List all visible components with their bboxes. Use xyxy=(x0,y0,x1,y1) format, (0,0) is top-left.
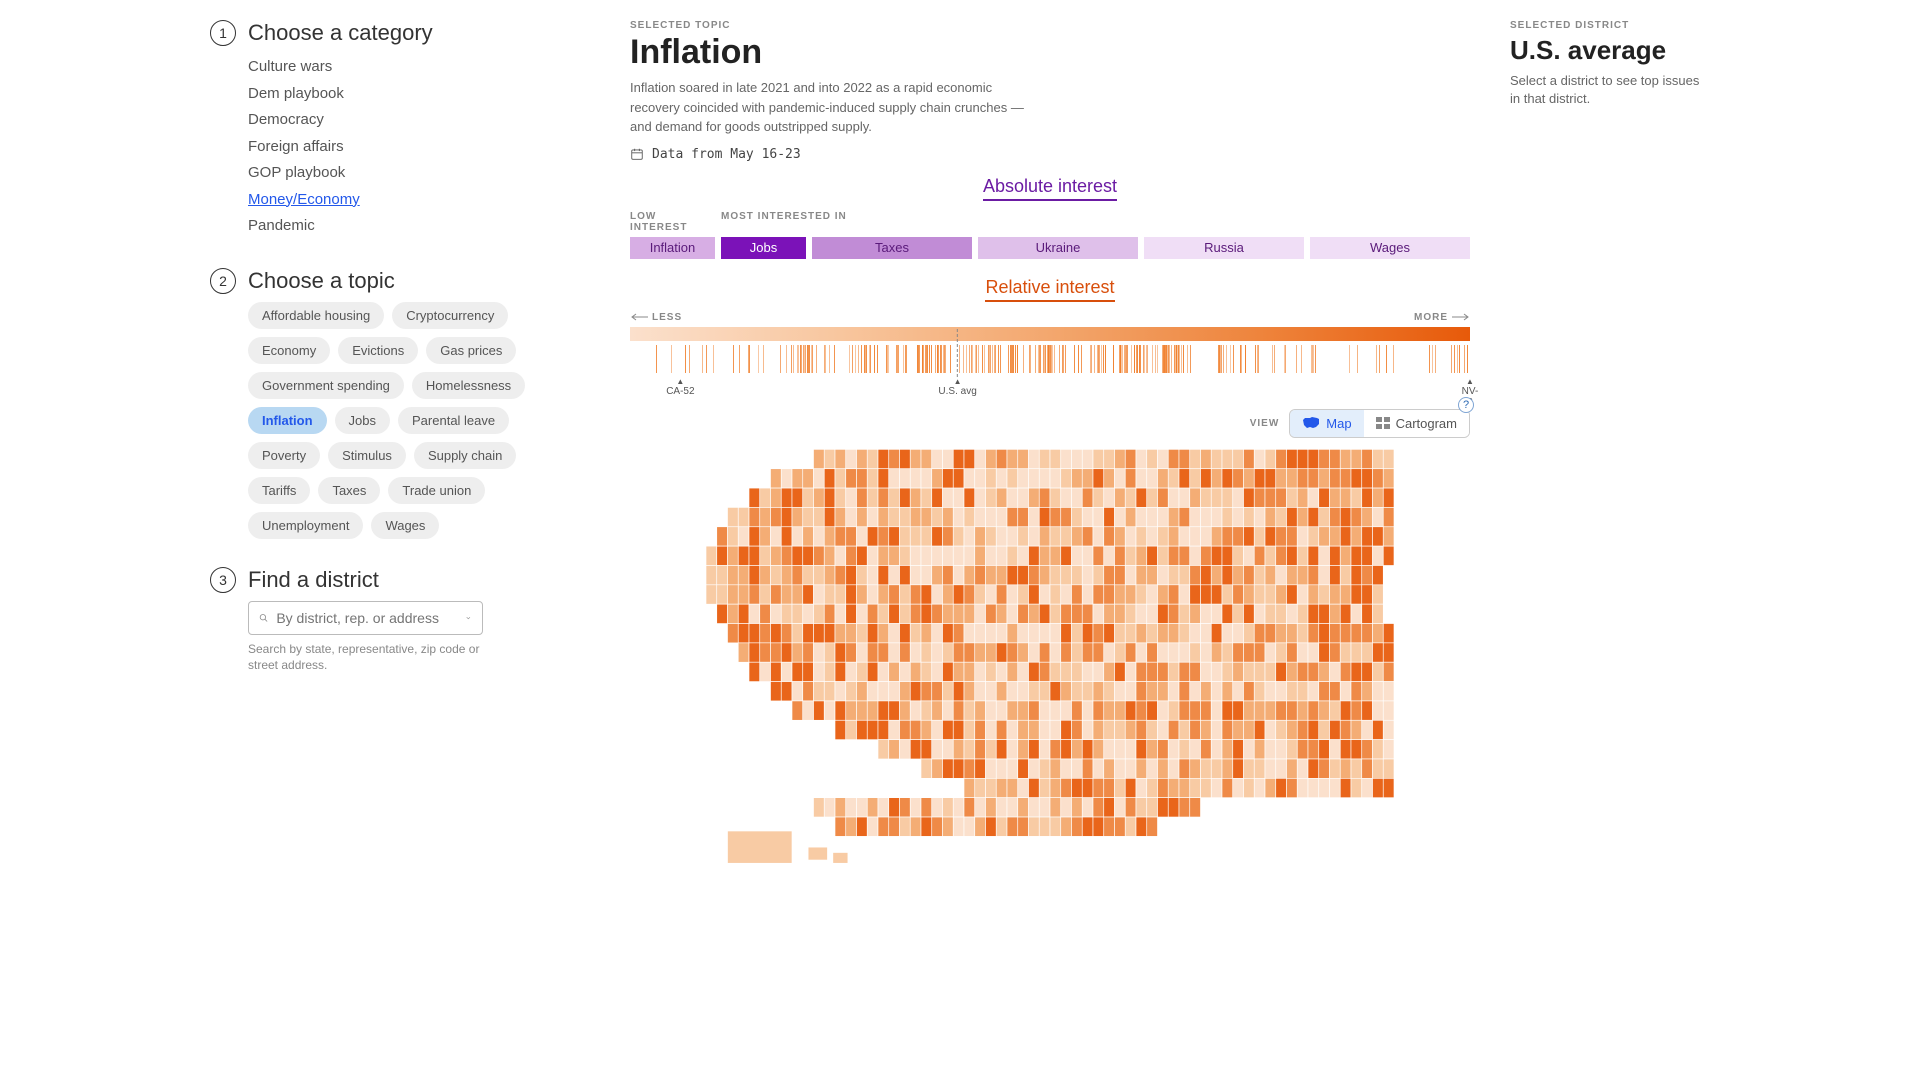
topic-pill[interactable]: Stimulus xyxy=(328,442,406,469)
category-item[interactable]: Money/Economy xyxy=(248,187,540,214)
topic-pill[interactable]: Economy xyxy=(248,337,330,364)
category-item[interactable]: Pandemic xyxy=(248,213,540,240)
absolute-interest-heading: Absolute interest xyxy=(983,176,1117,201)
topic-pill[interactable]: Evictions xyxy=(338,337,418,364)
topic-pill[interactable]: Trade union xyxy=(388,477,485,504)
category-item[interactable]: Democracy xyxy=(248,107,540,134)
topic-pill[interactable]: Inflation xyxy=(248,407,327,434)
arrow-right-icon xyxy=(1452,313,1470,321)
absolute-interest-bar: Ukraine xyxy=(978,237,1138,259)
absolute-interest-bars: Inflation Jobs Taxes Ukraine Russia Wages xyxy=(630,237,1470,259)
relative-interest-heading: Relative interest xyxy=(985,277,1114,302)
choropleth-map[interactable] xyxy=(630,444,1470,874)
category-item[interactable]: Dem playbook xyxy=(248,81,540,108)
district-search[interactable] xyxy=(248,601,483,635)
selected-topic-desc: Inflation soared in late 2021 and into 2… xyxy=(630,78,1030,137)
topic-pill-group: Affordable housing Cryptocurrency Economy E… xyxy=(248,302,540,539)
category-item[interactable]: GOP playbook xyxy=(248,160,540,187)
step-badge-1: 1 xyxy=(210,20,236,46)
absolute-interest-bar: Inflation xyxy=(630,237,715,259)
step-3-district: 3 Find a district Search by state, repre… xyxy=(210,567,540,675)
selected-district-help: Select a district to see top issues in t… xyxy=(1510,72,1710,108)
topic-pill[interactable]: Poverty xyxy=(248,442,320,469)
step-badge-3: 3 xyxy=(210,567,236,593)
step-badge-2: 2 xyxy=(210,268,236,294)
selected-district-eyebrow: SELECTED DISTRICT xyxy=(1510,20,1710,31)
absolute-interest-bar: Jobs xyxy=(721,237,806,259)
category-item[interactable]: Foreign affairs xyxy=(248,134,540,161)
view-toggle: Map Cartogram xyxy=(1289,409,1470,438)
data-date-text: Data from May 16-23 xyxy=(652,147,801,162)
selected-topic-title: Inflation xyxy=(630,33,1470,72)
view-label: VIEW xyxy=(1250,418,1280,429)
step-2-topic: 2 Choose a topic Affordable housing Crypt… xyxy=(210,268,540,539)
relative-marker-row: CA-52U.S. avgNV-03 xyxy=(630,377,1470,395)
relative-less-label: LESS xyxy=(630,312,682,323)
topic-pill[interactable]: Parental leave xyxy=(398,407,509,434)
chevron-down-icon xyxy=(465,613,472,623)
topic-pill[interactable]: Taxes xyxy=(318,477,380,504)
topic-pill[interactable]: Homelessness xyxy=(412,372,525,399)
absolute-interest-bar: Taxes xyxy=(812,237,972,259)
grid-icon xyxy=(1376,417,1390,429)
view-toggle-row: ? VIEW Map Cartogram xyxy=(630,409,1470,438)
relative-marker: U.S. avg xyxy=(938,377,976,397)
search-icon xyxy=(259,611,268,625)
relative-more-label: MORE xyxy=(1414,312,1470,323)
category-list: Culture warsDem playbookDemocracyForeign… xyxy=(248,54,540,240)
data-date-row: Data from May 16-23 xyxy=(630,147,1470,162)
arrow-left-icon xyxy=(630,313,648,321)
selected-district-title: U.S. average xyxy=(1510,35,1710,66)
most-interested-label: MOST INTERESTED IN xyxy=(721,211,1470,222)
topic-pill[interactable]: Unemployment xyxy=(248,512,363,539)
topic-pill[interactable]: Cryptocurrency xyxy=(392,302,508,329)
district-search-input[interactable] xyxy=(276,610,457,626)
view-map-button[interactable]: Map xyxy=(1290,410,1363,437)
low-interest-label: LOW INTEREST xyxy=(630,211,715,233)
selected-topic-eyebrow: SELECTED TOPIC xyxy=(630,20,1470,31)
district-search-help: Search by state, representative, zip cod… xyxy=(248,641,483,675)
topic-pill[interactable]: Gas prices xyxy=(426,337,516,364)
topic-pill[interactable]: Tariffs xyxy=(248,477,310,504)
absolute-interest-bar: Wages xyxy=(1310,237,1470,259)
topic-pill[interactable]: Affordable housing xyxy=(248,302,384,329)
help-badge[interactable]: ? xyxy=(1458,397,1474,413)
calendar-icon xyxy=(630,147,644,161)
topic-pill[interactable]: Government spending xyxy=(248,372,404,399)
category-item[interactable]: Culture wars xyxy=(248,54,540,81)
relative-marker: CA-52 xyxy=(666,377,694,397)
step-title-3: Find a district xyxy=(248,567,379,593)
absolute-interest-bar: Russia xyxy=(1144,237,1304,259)
relative-district-ticks xyxy=(630,345,1470,375)
topic-pill[interactable]: Jobs xyxy=(335,407,390,434)
topic-pill[interactable]: Wages xyxy=(371,512,439,539)
step-title-1: Choose a category xyxy=(248,20,433,46)
usa-silhouette-icon xyxy=(1302,417,1320,429)
view-cartogram-button[interactable]: Cartogram xyxy=(1364,410,1469,437)
relative-gradient-scale xyxy=(630,327,1470,341)
topic-pill[interactable]: Supply chain xyxy=(414,442,516,469)
step-title-2: Choose a topic xyxy=(248,268,395,294)
step-1-category: 1 Choose a category Culture warsDem play… xyxy=(210,20,540,240)
